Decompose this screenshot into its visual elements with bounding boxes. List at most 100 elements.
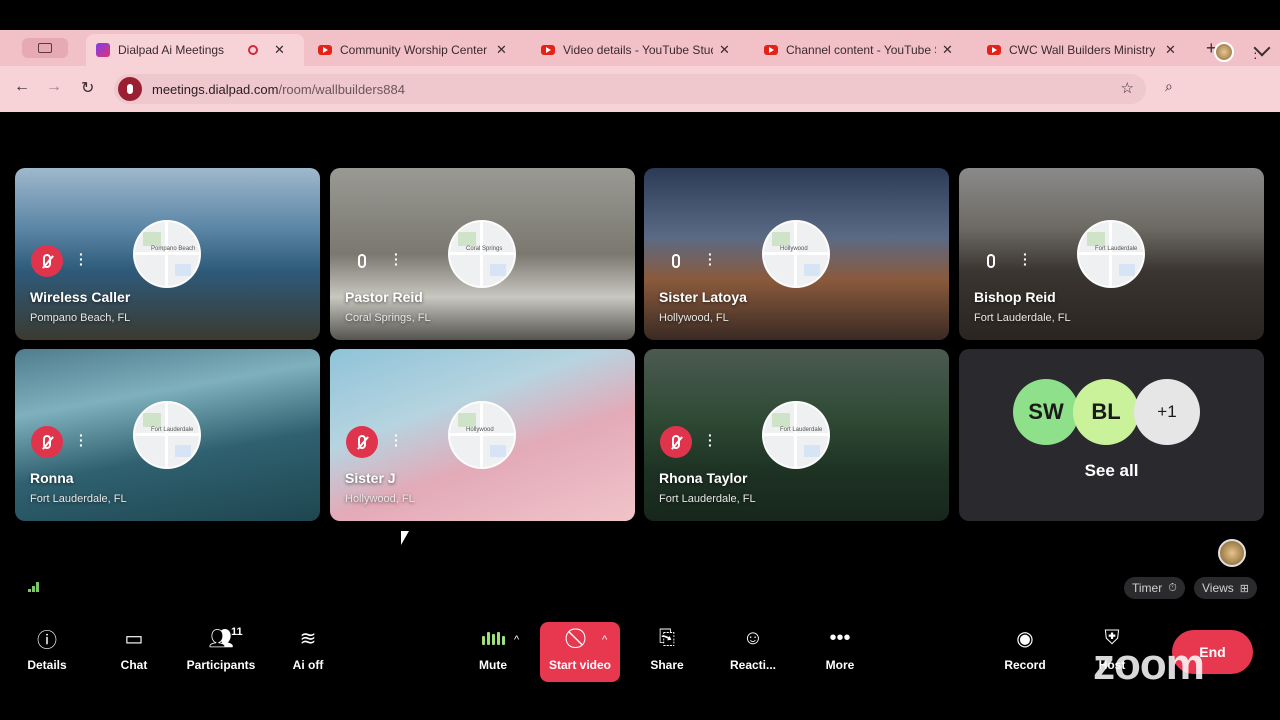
url-text: meetings.dialpad.com/room/wallbuilders88… [152,82,405,97]
tab-search-icon[interactable] [22,38,68,58]
forward-icon[interactable]: → [46,78,62,96]
start-video-button[interactable]: ⃠ Start video [540,622,620,682]
timer-button[interactable]: Timer ⏱ [1124,577,1185,599]
details-label: Details [27,658,67,672]
views-button[interactable]: Views ⊞ [1194,577,1258,599]
map-label: Hollywood [466,427,494,433]
connection-signal-icon [28,582,40,592]
bookmark-star-icon[interactable]: ☆ [1121,79,1134,97]
participant-name: Sister Latoya [659,289,747,305]
address-bar[interactable]: meetings.dialpad.com/room/wallbuilders88… [114,74,1146,104]
browser-profile-avatar[interactable] [1214,42,1234,62]
info-icon: ⓘ [37,629,57,652]
participant-menu-icon[interactable]: · · · [394,247,400,271]
participant-tile[interactable]: · · · Coral Springs Pastor Reid Coral Springs… [330,168,635,340]
record-icon: ◉ [1016,627,1034,650]
browser-chrome: Dialpad Ai Meetings ✕ Community Worship … [0,30,1280,112]
tab-video-details[interactable]: Video details - YouTube Stud ✕ [531,34,749,66]
more-label: More [825,658,855,672]
location-map: Hollywood [762,220,830,288]
details-button[interactable]: ⓘ Details [11,622,83,682]
chat-label: Chat [120,658,148,672]
back-icon[interactable]: ← [14,78,30,96]
tab-cwc-wall-builders[interactable]: CWC Wall Builders Ministry ( ✕ [977,34,1195,66]
participant-menu-icon[interactable]: · · · [708,247,714,271]
mic-muted-icon [660,426,692,458]
browser-toolbar: ← → ↻ meetings.dialpad.com/room/wallbuil… [0,66,1280,112]
participant-tile[interactable]: · · · Fort Lauderdale Bishop Reid Fort Lauder… [959,168,1264,340]
location-map: Fort Lauderdale [1077,220,1145,288]
avatar-bl: BL [1073,379,1139,445]
close-tab-icon[interactable]: ✕ [719,42,730,58]
more-button[interactable]: ••• More [804,622,876,682]
participant-tile[interactable]: · · · Fort Lauderdale Rhona Taylor Fort Laude… [644,349,949,521]
video-options-chevron-icon[interactable]: ^ [602,634,607,646]
participant-tile[interactable]: · · · Pompano Beach Wireless Caller Pompano B… [15,168,320,340]
audio-options-chevron-icon[interactable]: ^ [514,634,519,646]
youtube-favicon-icon [541,45,555,55]
participant-tile[interactable]: · · · Hollywood Sister Latoya Hollywood, FL [644,168,949,340]
tab-title: CWC Wall Builders Ministry ( [1009,43,1159,57]
participant-menu-icon[interactable]: · · · [708,428,714,452]
url-domain: meetings.dialpad.com [152,81,279,97]
grid-icon: ⊞ [1239,582,1250,595]
avatar-sw: SW [1013,379,1079,445]
close-tab-icon[interactable]: ✕ [1165,42,1176,58]
share-button[interactable]: ⎘ Share [631,622,703,682]
participant-location: Fort Lauderdale, FL [974,312,1071,324]
youtube-favicon-icon [987,45,1001,55]
participants-button[interactable]: 👥︎ Participants [185,622,257,682]
participants-label: Participants [186,658,256,672]
see-all-label: See all [1084,461,1139,480]
participant-tile[interactable]: · · · Fort Lauderdale Ronna Fort Lauderdale, … [15,349,320,521]
ai-label: Ai off [292,658,324,672]
share-label: Share [650,658,684,672]
ai-button[interactable]: ≋ Ai off [272,622,344,682]
participant-location: Hollywood, FL [345,493,415,505]
tab-title: Channel content - YouTube S [786,43,936,57]
timer-label: Timer [1132,581,1163,595]
participant-menu-icon[interactable]: · · · [394,428,400,452]
browser-menu-icon[interactable]: · · · [1253,40,1259,64]
tab-channel-content[interactable]: Channel content - YouTube S ✕ [754,34,972,66]
close-tab-icon[interactable]: ✕ [274,42,285,58]
cast-search-icon[interactable]: ⌕ [1165,78,1173,95]
mic-icon [975,245,1007,277]
dialpad-favicon-icon [96,43,110,57]
start-video-label: Start video [548,658,611,672]
participant-menu-icon[interactable]: · · · [79,428,85,452]
avatar-initials: BL [1091,399,1121,424]
mic-in-use-icon[interactable] [118,77,142,101]
tab-community-worship[interactable]: Community Worship Center ( ✕ [308,34,526,66]
recording-indicator-icon [248,45,258,55]
reactions-button[interactable]: ☺ Reacti... [717,622,789,682]
participant-menu-icon[interactable]: · · · [79,247,85,271]
ai-sparkle-icon: ≋ [299,627,317,650]
self-avatar[interactable] [1218,539,1246,567]
map-label: Pompano Beach [151,246,196,252]
close-tab-icon[interactable]: ✕ [496,42,507,58]
mute-button[interactable]: Mute [457,622,529,682]
url-path: /room/wallbuilders884 [278,81,405,97]
share-screen-icon: ⎘ [659,626,675,649]
see-all-tile[interactable]: SW BL +1 See all [959,349,1264,521]
participant-name: Sister J [345,470,396,486]
tab-dialpad[interactable]: Dialpad Ai Meetings ✕ [86,34,304,66]
tab-title: Dialpad Ai Meetings [118,43,225,57]
location-map: Hollywood [448,401,516,469]
record-label: Record [1004,658,1046,672]
avatar-initials: SW [1028,399,1064,424]
participant-location: Coral Springs, FL [345,312,431,324]
youtube-favicon-icon [764,45,778,55]
participant-tile[interactable]: · · · Hollywood Sister J Hollywood, FL [330,349,635,521]
close-tab-icon[interactable]: ✕ [942,42,953,58]
chat-button[interactable]: ▭ Chat [98,622,170,682]
tab-title: Video details - YouTube Stud [563,43,713,57]
location-map: Pompano Beach [133,220,201,288]
reload-icon[interactable]: ↻ [81,78,94,98]
mic-muted-icon [31,426,63,458]
record-button[interactable]: ◉ Record [989,622,1061,682]
participant-menu-icon[interactable]: · · · [1023,247,1029,271]
mouse-cursor-icon [401,531,409,545]
audio-level-icon [481,622,505,654]
